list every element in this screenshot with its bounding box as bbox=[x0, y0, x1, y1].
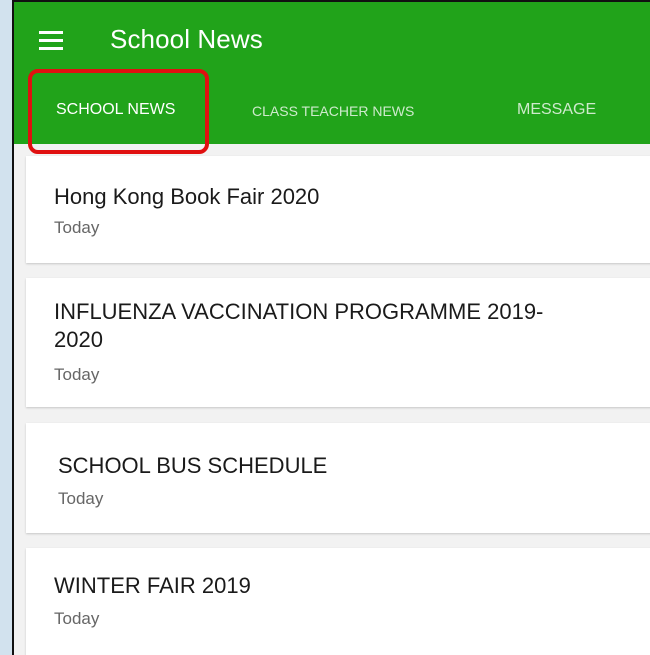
tab-message[interactable]: MESSAGE bbox=[517, 101, 596, 119]
news-title: WINTER FAIR 2019 bbox=[54, 573, 251, 598]
news-date: Today bbox=[54, 218, 100, 237]
app-bar: School News SCHOOL NEWS CLASS TEACHER NE… bbox=[14, 2, 650, 144]
tab-school-news[interactable]: SCHOOL NEWS bbox=[56, 101, 175, 119]
tab-class-teacher-news[interactable]: CLASS TEACHER NEWS bbox=[252, 103, 414, 119]
news-title: SCHOOL BUS SCHEDULE bbox=[58, 453, 328, 478]
app-title: School News bbox=[110, 24, 263, 54]
menu-line bbox=[39, 47, 63, 50]
app-window: School News SCHOOL NEWS CLASS TEACHER NE… bbox=[12, 0, 650, 655]
menu-line bbox=[39, 31, 63, 34]
news-date: Today bbox=[54, 609, 100, 628]
news-card[interactable]: SCHOOL BUS SCHEDULE Today bbox=[26, 423, 650, 533]
hamburger-menu-icon[interactable] bbox=[39, 29, 65, 51]
news-card[interactable]: INFLUENZA VACCINATION PROGRAMME 2019-202… bbox=[26, 278, 650, 407]
news-title: INFLUENZA VACCINATION PROGRAMME 2019-202… bbox=[54, 299, 544, 352]
news-date: Today bbox=[54, 365, 100, 384]
news-date: Today bbox=[58, 489, 104, 508]
news-title: Hong Kong Book Fair 2020 bbox=[54, 184, 320, 209]
news-card[interactable]: WINTER FAIR 2019 Today bbox=[26, 548, 650, 655]
news-card[interactable]: Hong Kong Book Fair 2020 Today bbox=[26, 156, 650, 263]
menu-line bbox=[39, 39, 63, 42]
